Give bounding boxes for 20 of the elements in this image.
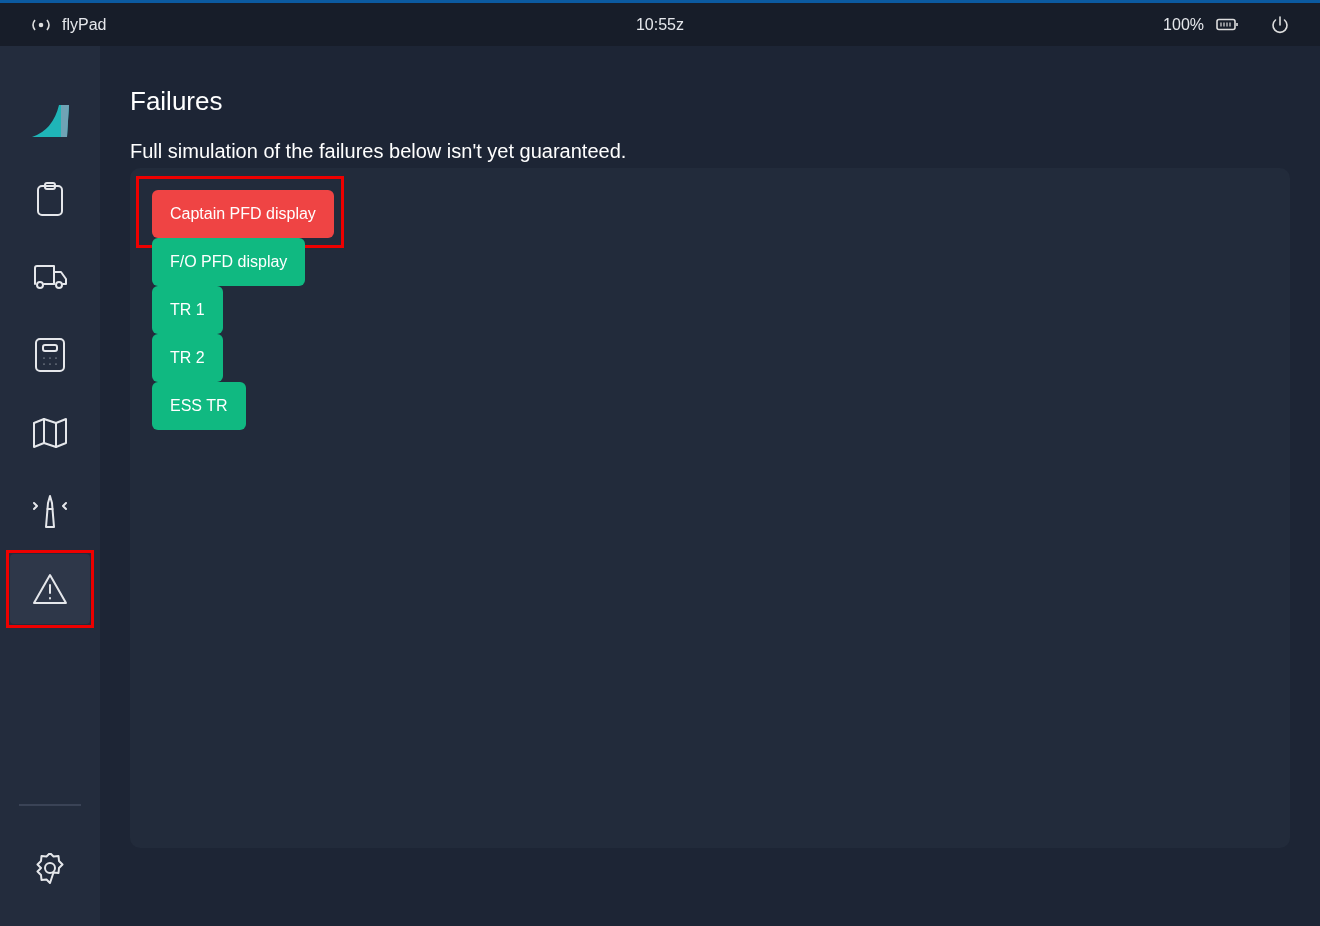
failure-toggle[interactable]: Captain PFD display [152, 190, 334, 238]
failure-toggle[interactable]: ESS TR [152, 382, 246, 430]
power-icon[interactable] [1270, 14, 1290, 35]
truck-icon[interactable] [32, 262, 68, 292]
clipboard-icon[interactable] [35, 181, 65, 217]
calculator-icon[interactable] [34, 337, 66, 373]
clock: 10:55z [635, 14, 684, 35]
signal-icon [30, 17, 52, 32]
tower-icon[interactable] [31, 493, 69, 529]
failure-toggle[interactable]: TR 1 [152, 286, 223, 334]
failure-toggle[interactable]: F/O PFD display [152, 238, 306, 286]
page-title: Failures [130, 86, 224, 116]
battery-icon [1216, 18, 1238, 31]
battery-percentage: 100% [1163, 14, 1204, 35]
app-name: flyPad [62, 14, 107, 35]
notice-text: Full simulation of the failures below isn't yet guaranteed. [130, 139, 628, 164]
failure-toggle[interactable]: TR 2 [152, 334, 223, 382]
map-icon[interactable] [32, 417, 68, 449]
tail-fin-logo-icon [31, 104, 69, 138]
warning-icon[interactable] [32, 573, 68, 605]
